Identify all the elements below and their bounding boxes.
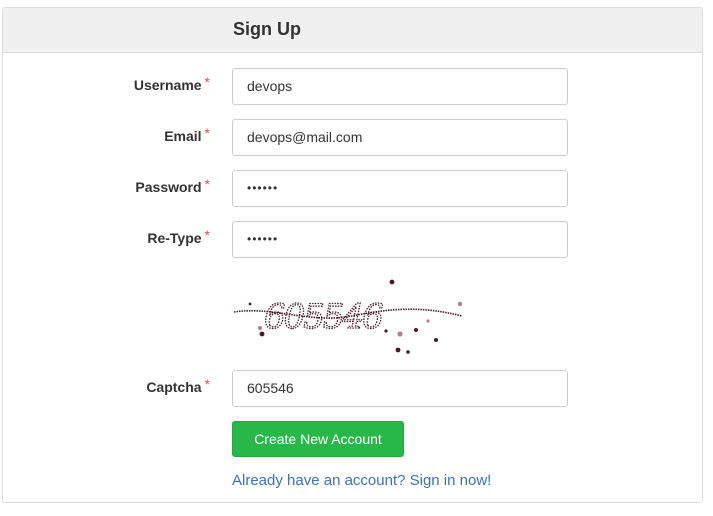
captcha-image-text: 605546 (264, 297, 383, 337)
retype-label-wrap: Re-Type * (147, 227, 210, 246)
captcha-label-wrap: Captcha * (146, 376, 210, 395)
create-account-button[interactable]: Create New Account (232, 421, 404, 457)
page-title: Sign Up (233, 19, 301, 39)
email-label-wrap: Email * (164, 125, 210, 144)
password-label-wrap: Password * (135, 176, 210, 195)
signup-panel: Sign Up Username * devops Email * devops@m… (2, 7, 703, 503)
captcha-input[interactable]: 605546 (232, 370, 568, 407)
username-row: Username * devops (3, 68, 702, 105)
username-label-wrap: Username * (133, 74, 210, 93)
password-row: Password * •••••• (3, 170, 702, 207)
captcha-image: 605546 (233, 279, 463, 354)
email-label: Email (164, 128, 202, 144)
panel-heading: Sign Up (3, 8, 702, 53)
required-mark: * (204, 376, 210, 392)
email-row: Email * devops@mail.com (3, 119, 702, 156)
retype-row: Re-Type * •••••• (3, 221, 702, 258)
username-input[interactable]: devops (232, 68, 568, 105)
password-label: Password (135, 179, 202, 195)
required-mark: * (204, 227, 210, 243)
captcha-label: Captcha (146, 379, 202, 395)
retype-password-input[interactable]: •••••• (232, 221, 568, 258)
required-mark: * (204, 125, 210, 141)
username-label: Username (133, 77, 202, 93)
signin-link[interactable]: Already have an account? Sign in now! (232, 472, 491, 489)
password-input[interactable]: •••••• (232, 170, 568, 207)
captcha-row: Captcha * 605546 (3, 370, 702, 407)
retype-label: Re-Type (147, 230, 202, 246)
required-mark: * (204, 176, 210, 192)
required-mark: * (204, 74, 210, 90)
email-input[interactable]: devops@mail.com (232, 119, 568, 156)
